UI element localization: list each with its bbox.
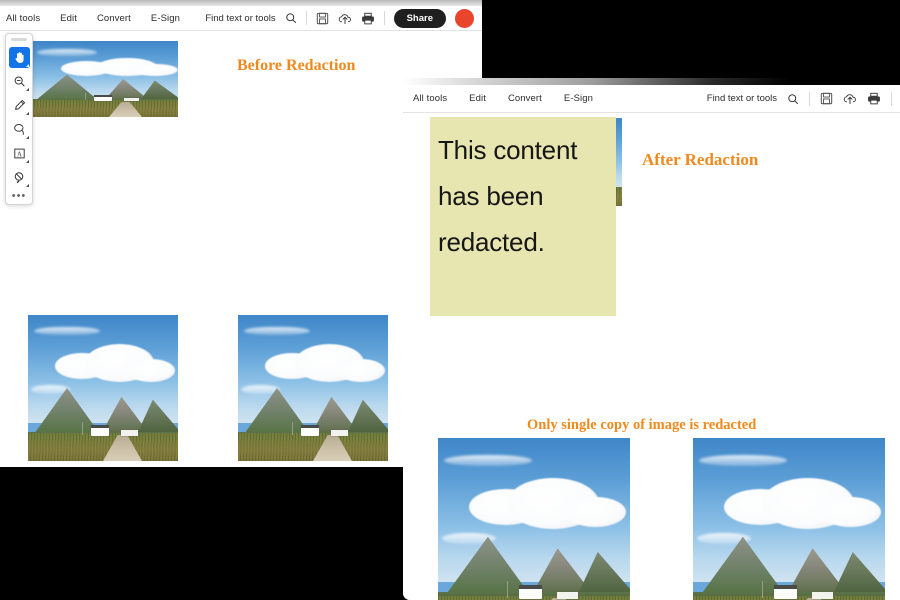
- draw-freehand-tool[interactable]: [9, 119, 30, 140]
- photo-shed: [121, 430, 138, 437]
- photo-ground: [28, 100, 178, 117]
- after-redaction-window[interactable]: All tools Edit Convert E-Sign Find text …: [403, 85, 900, 600]
- menu-e-sign[interactable]: E-Sign: [564, 89, 593, 108]
- landscape-image-copy-1: [28, 315, 178, 461]
- photo-cloud: [133, 63, 178, 76]
- menu-all-tools[interactable]: All tools: [6, 9, 40, 28]
- photo-shed: [557, 591, 579, 600]
- photo-cottage: [773, 588, 797, 600]
- photo-shed: [331, 430, 348, 437]
- photo-cottage-roof: [773, 585, 797, 590]
- photo-cottage-roof: [91, 425, 109, 429]
- highlight-pen-tool[interactable]: [9, 95, 30, 116]
- photo-pole: [82, 421, 83, 435]
- save-icon[interactable]: [316, 12, 329, 25]
- landscape-image-copy-2: [693, 438, 885, 600]
- avatar[interactable]: [455, 8, 474, 28]
- photo-cottage-roof: [518, 585, 542, 590]
- add-text-tool[interactable]: A: [9, 143, 30, 164]
- chevron-down-icon: [25, 183, 29, 187]
- page-title-before: Before Redaction: [237, 57, 356, 74]
- photo-cottage: [301, 427, 319, 437]
- redaction-note: Only single copy of image is redacted: [527, 417, 757, 433]
- menu-edit[interactable]: Edit: [469, 89, 486, 108]
- menu-convert[interactable]: Convert: [508, 89, 542, 108]
- find-text-or-tools-label[interactable]: Find text or tools: [205, 13, 275, 24]
- landscape-image-copy-1: [438, 438, 630, 600]
- toolbar-separator: [305, 11, 307, 25]
- photo-shed: [124, 98, 139, 102]
- tool-rail-before[interactable]: A •••: [5, 33, 33, 205]
- menu-group-before: All tools Edit Convert E-Sign: [6, 9, 180, 28]
- chevron-down-icon: [25, 87, 29, 91]
- zoom-tool[interactable]: [9, 71, 30, 92]
- redaction-line-2: has been: [438, 181, 544, 211]
- menu-group-after: All tools Edit Convert E-Sign: [413, 89, 593, 108]
- redaction-text-group: This content has been redacted.: [438, 127, 577, 265]
- photo-pole: [85, 92, 86, 101]
- landscape-image-copy-2: [238, 315, 388, 461]
- photo-cottage-roof: [301, 425, 319, 429]
- find-text-or-tools-label[interactable]: Find text or tools: [707, 93, 777, 104]
- document-canvas-after: This content has been redacted. After Re…: [403, 113, 900, 600]
- toolbar-right-before: Find text or tools Share: [205, 8, 474, 28]
- chevron-down-icon: [25, 111, 29, 115]
- toolbar-before: All tools Edit Convert E-Sign Find text …: [0, 6, 482, 31]
- menu-convert[interactable]: Convert: [97, 9, 131, 28]
- window-titlebar-after: [403, 78, 900, 85]
- print-icon[interactable]: [361, 12, 375, 25]
- photo-cottage: [518, 588, 542, 600]
- rail-drag-handle[interactable]: [11, 38, 27, 41]
- menu-edit[interactable]: Edit: [60, 9, 77, 28]
- svg-text:A: A: [17, 151, 22, 158]
- backdrop-plate-bottom-left: [0, 467, 403, 600]
- redact-tool[interactable]: [9, 167, 30, 188]
- upload-cloud-icon[interactable]: [843, 92, 857, 105]
- landscape-banner-image: [28, 41, 178, 117]
- photo-ground: [28, 433, 178, 461]
- chevron-down-icon: [25, 159, 29, 163]
- menu-all-tools[interactable]: All tools: [413, 89, 447, 108]
- photo-cloud: [337, 358, 385, 383]
- select-hand-tool[interactable]: [8, 46, 30, 68]
- photo-cloud: [37, 48, 97, 57]
- share-button[interactable]: Share: [393, 8, 446, 28]
- redaction-line-1: This content: [438, 135, 578, 165]
- photo-pole: [507, 580, 509, 598]
- redaction-line-3: redacted.: [438, 227, 545, 257]
- print-icon[interactable]: [867, 92, 881, 105]
- chevron-down-icon: [25, 135, 29, 139]
- redaction-block: This content has been redacted.: [430, 117, 616, 316]
- toolbar-separator: [809, 91, 810, 106]
- photo-pole: [762, 580, 764, 598]
- upload-cloud-icon[interactable]: [338, 12, 352, 25]
- toolbar-separator: [383, 11, 385, 25]
- photo-shed: [812, 591, 834, 600]
- save-icon[interactable]: [820, 92, 833, 105]
- backdrop-plate-top-right: [482, 0, 900, 85]
- photo-pole: [292, 421, 293, 435]
- toolbar-right-after: Find text or tools: [707, 91, 892, 106]
- page-title-after: After Redaction: [642, 150, 759, 169]
- desktop-backdrop: All tools Edit Convert E-Sign Find text …: [0, 0, 900, 600]
- search-icon[interactable]: [285, 12, 297, 24]
- toolbar-after: All tools Edit Convert E-Sign Find text …: [403, 85, 900, 113]
- search-icon[interactable]: [787, 93, 799, 105]
- photo-ground: [238, 433, 388, 461]
- toolbar-separator: [891, 91, 892, 106]
- chevron-down-icon: [25, 63, 29, 67]
- photo-cottage-roof: [94, 94, 112, 97]
- photo-cottage: [91, 427, 109, 437]
- more-tools-icon[interactable]: •••: [12, 191, 27, 202]
- photo-cloud: [127, 358, 175, 383]
- menu-e-sign[interactable]: E-Sign: [151, 9, 180, 28]
